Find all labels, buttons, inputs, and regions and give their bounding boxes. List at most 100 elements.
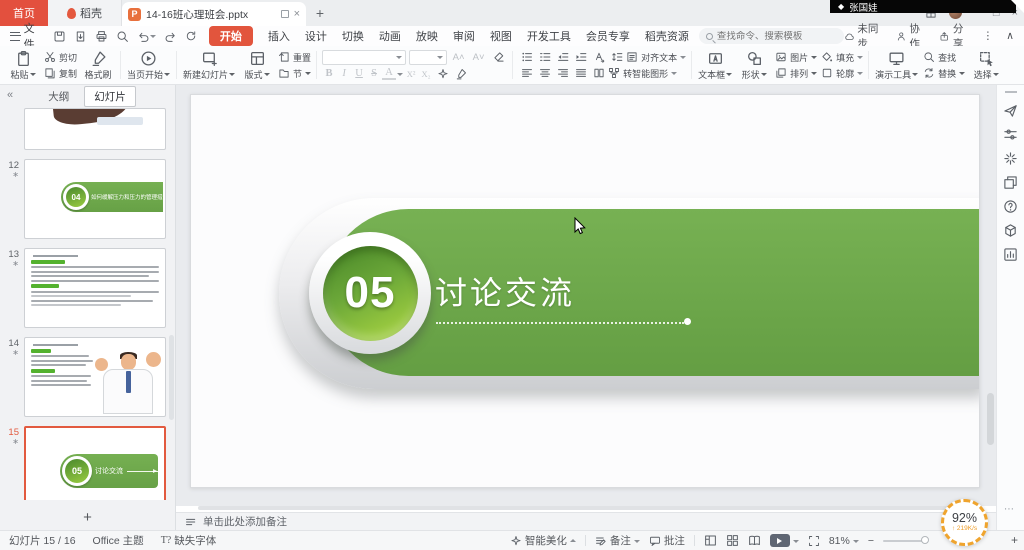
zoom-slider[interactable] (883, 540, 927, 542)
play-slideshow-button[interactable] (770, 534, 799, 547)
smart-beautify-button[interactable]: 智能美化 (510, 533, 576, 548)
italic-button[interactable]: I (337, 68, 351, 79)
section-button[interactable]: 节 (278, 66, 311, 80)
columns-button[interactable] (590, 66, 607, 80)
arrange-button[interactable]: 排列 (775, 66, 817, 80)
increase-indent-button[interactable] (572, 50, 589, 64)
menu-item-docer-resources[interactable]: 稻壳资源 (645, 28, 689, 44)
view-sorter-icon[interactable] (726, 534, 739, 547)
zoom-level[interactable]: 81% (829, 535, 859, 547)
collapse-panel-button[interactable]: « (7, 89, 13, 101)
comments-button[interactable]: 批注 (649, 533, 685, 548)
menu-item-review[interactable]: 审阅 (453, 28, 475, 44)
presentation-tools-button[interactable]: 演示工具 (872, 48, 921, 82)
export-icon[interactable] (74, 30, 87, 43)
font-color-caret[interactable] (397, 73, 403, 79)
align-center-button[interactable] (536, 66, 553, 80)
menu-item-transition[interactable]: 切换 (342, 28, 364, 44)
replace-button[interactable]: 替换 (923, 66, 965, 80)
align-justify-button[interactable] (572, 66, 589, 80)
sync-progress-badge[interactable]: 92% ↑ 219K/s (941, 499, 988, 546)
play-options-caret[interactable] (793, 540, 799, 546)
docer-material-icon[interactable] (1003, 103, 1018, 118)
vertical-scrollbar[interactable] (987, 393, 994, 445)
shapes-button[interactable]: 形状 (735, 48, 773, 82)
bold-button[interactable]: B (322, 68, 336, 79)
subscript-button[interactable]: X₂ (419, 69, 433, 79)
menu-item-slideshow[interactable]: 放映 (416, 28, 438, 44)
outline-button[interactable]: 轮廓 (821, 66, 863, 80)
slide-thumbnail-13[interactable] (24, 248, 166, 328)
preview-icon[interactable] (116, 30, 129, 43)
text-direction-button[interactable] (590, 50, 607, 64)
copy-button[interactable]: 复制 (44, 66, 77, 80)
pin-tab-icon[interactable] (281, 10, 289, 18)
align-text-button[interactable]: 对齐文本 (626, 50, 686, 64)
menu-item-animation[interactable]: 动画 (379, 28, 401, 44)
object-properties-icon[interactable] (1003, 127, 1018, 142)
view-reading-icon[interactable] (748, 534, 761, 547)
menu-item-insert[interactable]: 插入 (268, 28, 290, 44)
3d-model-icon[interactable] (1003, 223, 1018, 238)
clear-format-button[interactable] (490, 50, 507, 64)
current-slide[interactable]: 讨论交流 05 (190, 94, 980, 488)
text-effects-button[interactable] (434, 67, 451, 81)
pane-switch-icon[interactable] (1003, 175, 1018, 190)
select-button[interactable]: 选择 (967, 48, 1005, 82)
pane-handle-icon[interactable] (1005, 91, 1017, 93)
more-dots[interactable]: ⋯ (1004, 504, 1015, 515)
strikethrough-button[interactable]: S (367, 68, 381, 79)
superscript-button[interactable]: X² (404, 69, 418, 79)
animation-pane-icon[interactable] (1003, 151, 1018, 166)
undo-dropdown-caret[interactable] (150, 35, 156, 41)
decrease-font-button[interactable]: A˅ (470, 50, 487, 64)
layout-button[interactable]: 版式 (238, 48, 276, 82)
bullet-list-button[interactable] (518, 50, 535, 64)
play-from-current-button[interactable]: 当页开始 (124, 48, 173, 82)
font-family-select[interactable] (322, 50, 406, 65)
numbered-list-button[interactable] (536, 50, 553, 64)
convert-smartart-button[interactable]: 转智能图形 (608, 66, 677, 80)
sync-icon[interactable] (185, 30, 197, 42)
find-button[interactable]: 查找 (923, 50, 965, 64)
cut-button[interactable]: 剪切 (44, 50, 77, 64)
chart-edit-icon[interactable] (1003, 247, 1018, 262)
command-search-box[interactable] (699, 28, 844, 44)
slide-thumbnail-12[interactable]: 04 如何缓解压力和压力的管理措施 (24, 159, 166, 239)
close-tab-icon[interactable]: × (294, 9, 300, 20)
docer-tab[interactable]: 稻壳 (48, 0, 122, 26)
zoom-in-button[interactable]: + (1011, 533, 1018, 547)
menu-item-home[interactable]: 开始 (209, 26, 253, 46)
slide-thumbnail-15-selected[interactable]: 05 讨论交流 (24, 426, 166, 500)
align-left-button[interactable] (518, 66, 535, 80)
add-slide-button[interactable]: + (0, 509, 175, 526)
underline-button[interactable]: U (352, 68, 366, 79)
reset-button[interactable]: 重置 (278, 50, 311, 64)
font-size-select[interactable] (409, 50, 447, 65)
decrease-indent-button[interactable] (554, 50, 571, 64)
align-right-button[interactable] (554, 66, 571, 80)
redo-icon[interactable] (164, 30, 177, 43)
notes-bar[interactable]: 单击此处添加备注 (176, 512, 996, 530)
notes-button[interactable]: 备注 (595, 533, 640, 548)
format-painter-button[interactable]: 格式刷 (79, 48, 117, 82)
panel-scrollbar[interactable] (169, 335, 174, 420)
fit-slide-icon[interactable] (808, 535, 820, 547)
picture-button[interactable]: 图片 (775, 50, 817, 64)
slide-thumbnail-14[interactable] (24, 337, 166, 417)
new-tab-button[interactable]: + (306, 0, 334, 26)
view-normal-icon[interactable] (704, 534, 717, 547)
slide-thumbnail-11[interactable] (24, 108, 166, 150)
textbox-button[interactable]: 文本框 (695, 48, 735, 82)
paste-button[interactable]: 粘贴 (4, 48, 42, 82)
outline-tab[interactable]: 大纲 (39, 87, 78, 106)
menu-item-devtools[interactable]: 开发工具 (527, 28, 571, 44)
save-icon[interactable] (53, 30, 66, 43)
menu-item-view[interactable]: 视图 (490, 28, 512, 44)
collapse-ribbon-button[interactable]: ∧ (1006, 30, 1014, 42)
search-input[interactable] (717, 31, 837, 42)
menu-item-member[interactable]: 会员专享 (586, 28, 630, 44)
font-color-button[interactable]: A (382, 67, 396, 80)
missing-font-warning[interactable]: T? 缺失字体 (161, 533, 217, 548)
horizontal-scrollbar[interactable] (198, 506, 968, 510)
